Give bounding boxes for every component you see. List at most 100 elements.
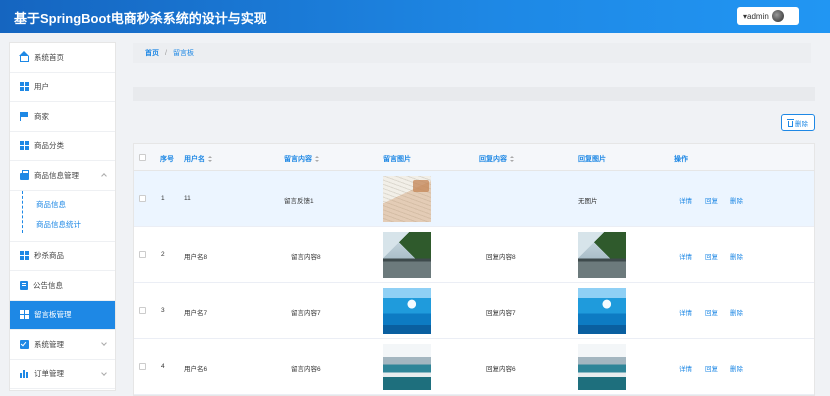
sidebar-item-announcements[interactable]: 公告信息 — [10, 271, 115, 301]
sidebar-item-merchants[interactable]: 商家 — [10, 102, 115, 132]
sidebar-item-label: 留言板管理 — [34, 310, 72, 320]
sidebar-item-message-board[interactable]: 留言板管理 — [10, 300, 115, 330]
cell-index: 1 — [161, 195, 165, 202]
table-row[interactable]: 2 用户名8 留言内容8 回复内容8 详情 回复 删除 — [134, 227, 814, 283]
sidebar-item-product-management[interactable]: 商品信息管理 — [10, 161, 115, 191]
column-reply-image: 回复图片 — [578, 156, 606, 163]
column-label: 回复内容 — [479, 156, 507, 163]
breadcrumb-current: 留言板 — [172, 50, 194, 57]
submenu-item-product-info[interactable]: 商品信息 — [30, 195, 115, 215]
cell-index: 3 — [161, 307, 165, 314]
table-row[interactable]: 1 11 留言反馈1 无图片 详情 回复 删除 — [134, 171, 814, 227]
row-checkbox[interactable] — [139, 251, 146, 258]
reply-image-thumbnail[interactable] — [578, 344, 626, 390]
flag-icon — [20, 111, 29, 121]
sidebar: 系统首页 用户 商家 商品分类 商品信息管理 商品信息 商品信息统计 秒杀商品 … — [9, 42, 116, 391]
top-header: 基于SpringBoot电商秒杀系统的设计与实现 ▾admin — [0, 0, 830, 33]
column-index: 序号 — [160, 156, 174, 163]
bag-icon — [20, 169, 29, 180]
sidebar-item-system[interactable]: 系统管理 — [10, 330, 115, 360]
message-image-thumbnail[interactable] — [383, 176, 431, 222]
cell-username: 用户名7 — [184, 310, 208, 317]
delete-button[interactable]: 删除 — [730, 307, 743, 317]
select-all-checkbox[interactable] — [139, 154, 146, 161]
column-reply[interactable]: 回复内容 — [479, 154, 514, 164]
reply-button[interactable]: 回复 — [705, 307, 718, 317]
chevron-down-icon — [101, 369, 107, 376]
search-area — [133, 87, 815, 101]
table-header: 序号 用户名 留言内容 留言图片 回复内容 回复图片 操作 — [134, 144, 814, 171]
trash-icon — [787, 118, 794, 127]
chevron-up-icon — [101, 173, 107, 179]
batch-delete-label: 删除 — [795, 120, 808, 128]
sidebar-item-users[interactable]: 用户 — [10, 73, 115, 102]
user-menu-button[interactable]: ▾admin — [737, 7, 799, 25]
row-checkbox[interactable] — [139, 363, 146, 370]
delete-button[interactable]: 删除 — [730, 363, 743, 373]
reply-button[interactable]: 回复 — [705, 195, 718, 205]
sidebar-item-label: 系统管理 — [34, 339, 64, 349]
detail-button[interactable]: 详情 — [679, 195, 692, 205]
row-checkbox[interactable] — [139, 195, 146, 202]
column-label: 用户名 — [184, 156, 205, 163]
column-actions: 操作 — [674, 156, 688, 163]
sidebar-item-label: 商品分类 — [34, 141, 64, 151]
cell-reply: 回复内容7 — [486, 310, 516, 317]
cell-username: 用户名6 — [184, 366, 208, 373]
column-image: 留言图片 — [383, 156, 411, 163]
clipboard-icon — [20, 280, 28, 290]
sort-icon[interactable] — [315, 156, 319, 162]
cell-reply-image-empty: 无图片 — [578, 198, 598, 205]
reply-image-thumbnail[interactable] — [578, 232, 626, 278]
chevron-down-icon — [101, 340, 107, 346]
submenu-item-product-stats[interactable]: 商品信息统计 — [30, 215, 115, 235]
message-image-thumbnail[interactable] — [383, 288, 431, 334]
column-username[interactable]: 用户名 — [184, 154, 212, 164]
cell-content: 留言内容6 — [291, 366, 321, 373]
submenu-product-management: 商品信息 商品信息统计 — [10, 190, 115, 242]
sort-icon[interactable] — [510, 156, 514, 162]
table-row[interactable]: 4 用户名6 留言内容6 回复内容6 详情 回复 删除 — [134, 339, 814, 395]
user-name: ▾admin — [743, 11, 769, 21]
batch-delete-button[interactable]: 删除 — [781, 114, 815, 131]
detail-button[interactable]: 详情 — [679, 307, 692, 317]
column-content[interactable]: 留言内容 — [284, 154, 319, 164]
cell-username: 用户名8 — [184, 254, 208, 261]
cell-reply: 回复内容8 — [486, 254, 516, 261]
reply-button[interactable]: 回复 — [705, 363, 718, 373]
breadcrumb-home[interactable]: 首页 — [145, 48, 159, 58]
sidebar-item-categories[interactable]: 商品分类 — [10, 132, 115, 161]
reply-button[interactable]: 回复 — [705, 251, 718, 261]
grid-icon — [20, 141, 29, 151]
cell-username: 11 — [184, 195, 191, 202]
home-icon — [19, 50, 29, 62]
row-checkbox[interactable] — [139, 307, 146, 314]
cell-content: 留言反馈1 — [284, 198, 314, 205]
table-row[interactable]: 3 用户名7 留言内容7 回复内容7 详情 回复 删除 — [134, 283, 814, 339]
message-image-thumbnail[interactable] — [383, 344, 431, 390]
check-icon — [20, 339, 29, 349]
cell-index: 2 — [161, 251, 165, 258]
sort-icon[interactable] — [208, 156, 212, 162]
detail-button[interactable]: 详情 — [679, 251, 692, 261]
sidebar-item-label: 用户 — [34, 82, 49, 92]
avatar — [771, 10, 784, 22]
sidebar-item-home[interactable]: 系统首页 — [10, 43, 115, 73]
cell-index: 4 — [161, 363, 165, 370]
breadcrumb: 首页 / 留言板 — [133, 43, 811, 63]
cell-content: 留言内容7 — [291, 310, 321, 317]
grid-icon — [20, 82, 29, 92]
message-image-thumbnail[interactable] — [383, 232, 431, 278]
sidebar-item-label: 公告信息 — [33, 280, 63, 290]
breadcrumb-separator: / — [165, 49, 167, 57]
sidebar-item-flash-sale[interactable]: 秒杀商品 — [10, 242, 115, 271]
sidebar-item-orders[interactable]: 订单管理 — [10, 360, 115, 389]
delete-button[interactable]: 删除 — [730, 251, 743, 261]
delete-button[interactable]: 删除 — [730, 195, 743, 205]
sidebar-item-label: 订单管理 — [34, 369, 64, 379]
grid-icon — [20, 251, 29, 261]
detail-button[interactable]: 详情 — [679, 363, 692, 373]
cell-content: 留言内容8 — [291, 254, 321, 261]
chart-icon — [20, 369, 29, 379]
reply-image-thumbnail[interactable] — [578, 288, 626, 334]
